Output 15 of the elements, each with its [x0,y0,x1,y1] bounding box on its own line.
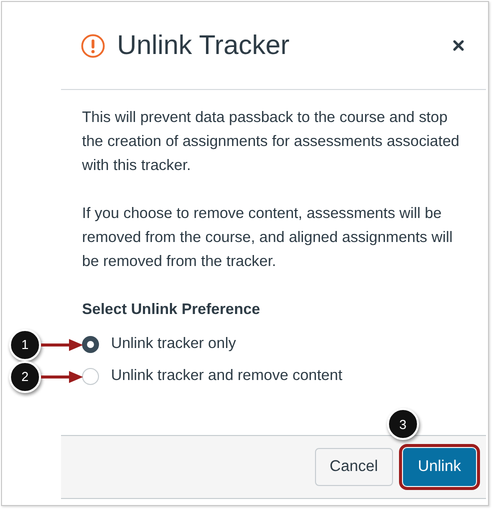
body-text: If you choose to remove content, assessments will be removed from the course, and aligned assignments will be removed from the tracker. [82,204,454,272]
callout-marker: 1 [9,329,41,361]
warning-icon [81,34,105,58]
radio-label[interactable]: Unlink tracker and remove content [111,364,342,388]
radio-button[interactable] [82,336,99,352]
arrow-icon [41,339,83,351]
close-icon [453,40,464,51]
section-label: Select Unlink Preference [82,300,262,320]
dialog-title: Unlink Tracker [117,30,291,61]
callout-marker: 2 [9,361,41,393]
arrow-icon [41,371,83,383]
cancel-button[interactable]: Cancel [314,448,393,486]
callout-marker: 3 [386,408,419,440]
radio-label[interactable]: Unlink tracker only [111,332,236,356]
body-text: This will prevent data passback to the course and stop the creation of assignments for assessments associated with this tracker. [82,108,460,176]
